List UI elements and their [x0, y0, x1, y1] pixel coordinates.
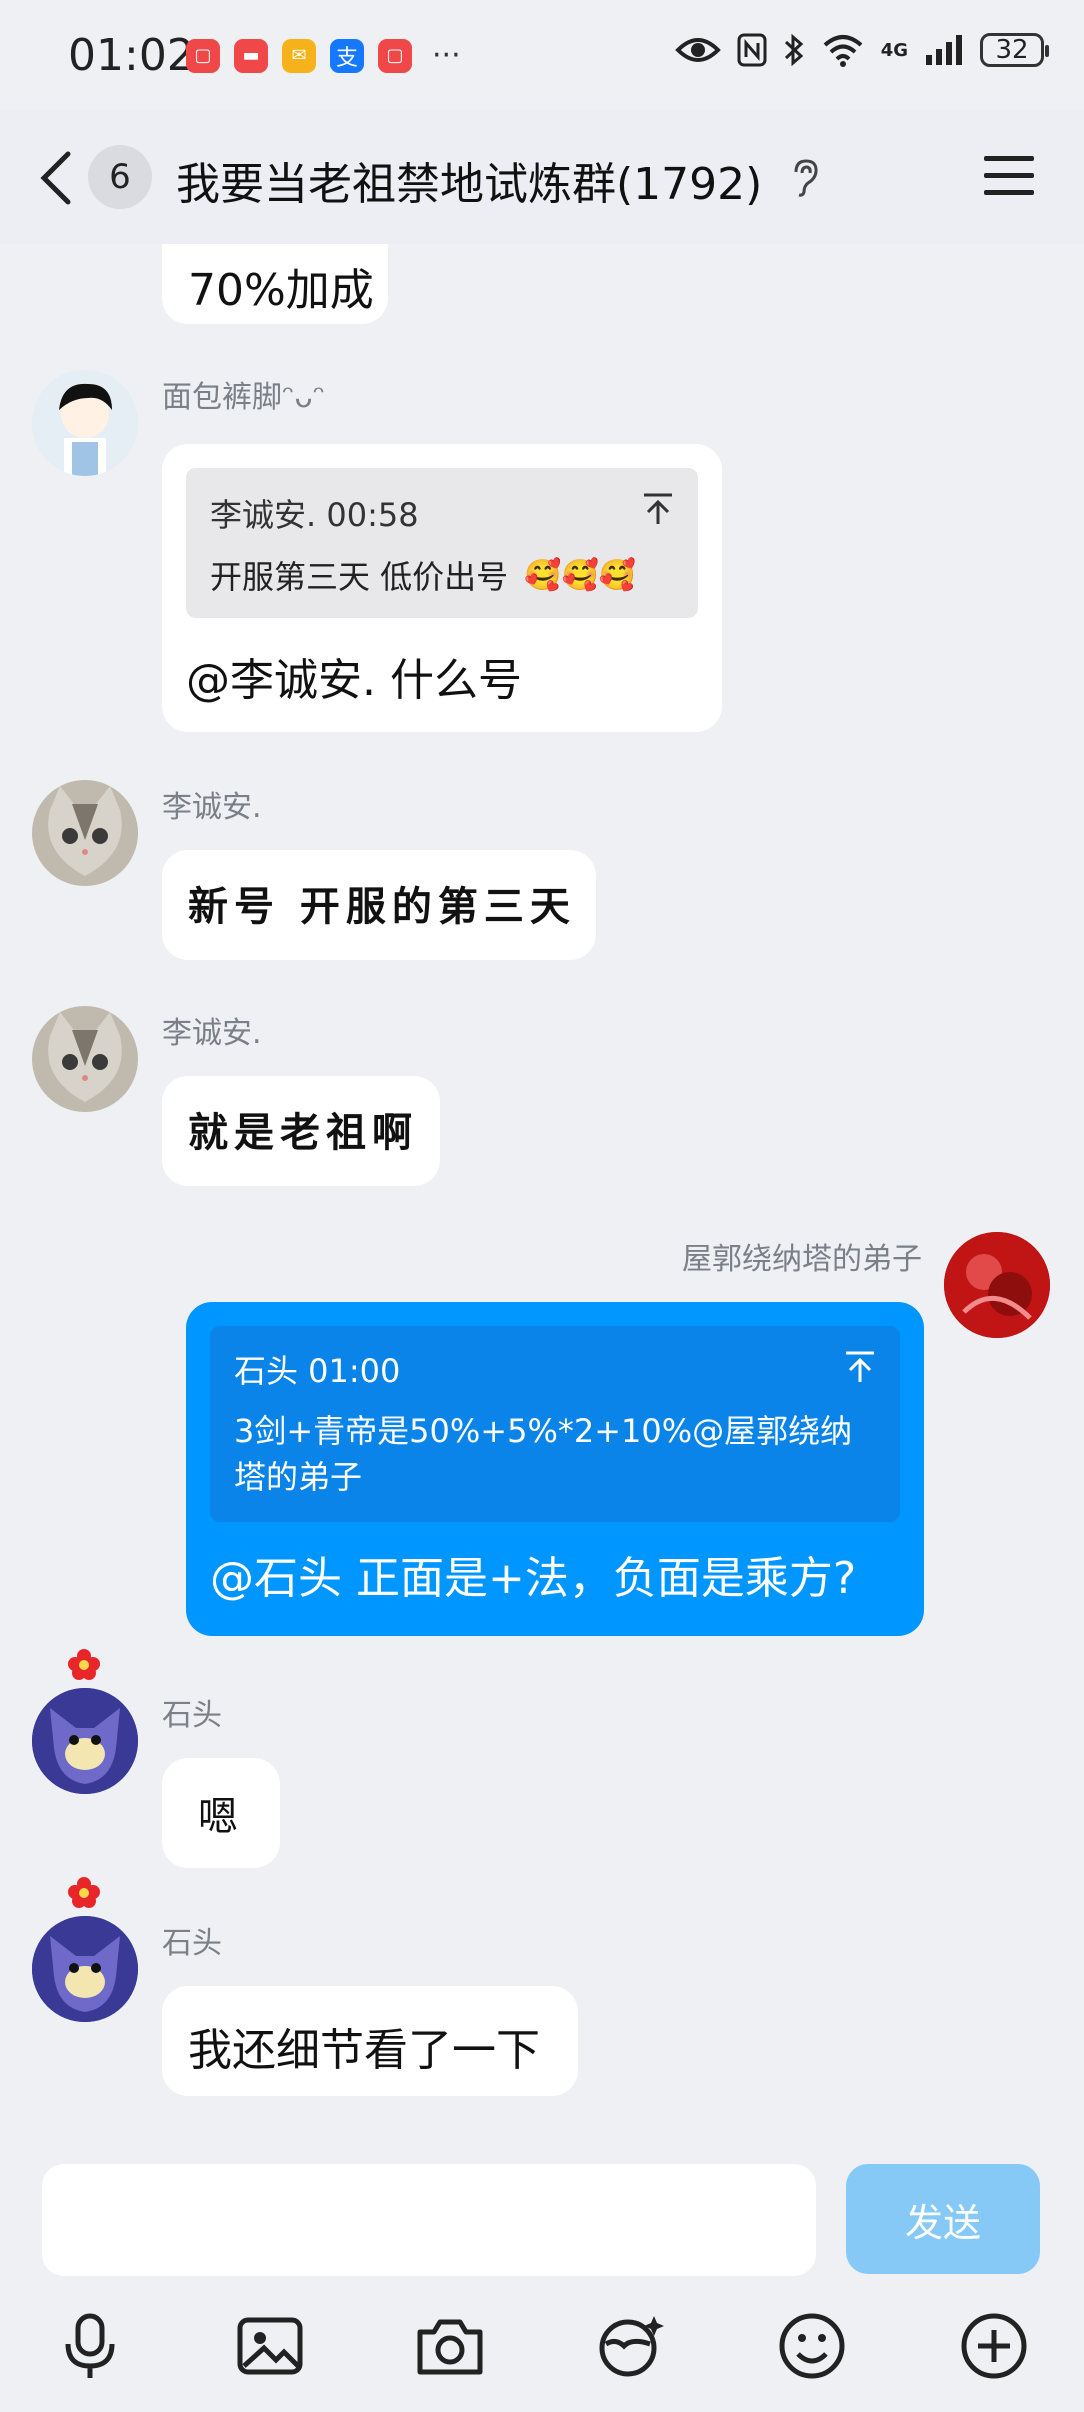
add-icon[interactable]	[958, 2310, 1030, 2382]
avatar-cartoon-cat-image	[32, 1916, 138, 2022]
message-text: 就是老祖啊	[188, 1109, 418, 1156]
huawei-appgallery-icon: ▢	[186, 38, 220, 73]
avatar[interactable]	[32, 1916, 138, 2022]
sender-name: 李诚安.	[162, 1016, 262, 1051]
quote-emoji: 🥰🥰🥰	[524, 557, 637, 593]
sender-name: 石头	[162, 1926, 222, 1961]
jump-to-top-icon[interactable]	[844, 1350, 876, 1384]
flower-badge-icon	[68, 1877, 100, 1908]
message-bubble[interactable]: 70%加成	[162, 244, 388, 324]
message-text: 嗯	[198, 1794, 238, 1840]
image-icon[interactable]	[234, 2310, 306, 2382]
avatar[interactable]	[32, 780, 138, 886]
avatar-cat-image	[32, 1006, 138, 1112]
message-input[interactable]	[42, 2164, 816, 2276]
message-bubble-self[interactable]: 石头 01:00 3剑+青帝是50%+5%*2+10%@屋郭绕纳塔的弟子 @石头…	[186, 1302, 924, 1636]
avatar[interactable]	[32, 370, 138, 476]
alipay-icon: 支	[330, 38, 364, 73]
menu-icon[interactable]	[984, 154, 1034, 196]
app-notification-icon: ▬	[234, 38, 268, 73]
quote-author: 李诚安. 00:58	[210, 496, 419, 534]
ai-sticker-icon[interactable]	[594, 2310, 666, 2382]
clock: 01:02	[68, 30, 195, 81]
avatar-cat-image	[32, 780, 138, 886]
avatar-cartoon-cat-image	[32, 1688, 138, 1794]
more-notifications-icon: ···	[432, 38, 461, 73]
camera-icon[interactable]	[414, 2310, 486, 2382]
flower-badge-icon	[68, 1649, 100, 1680]
chat-header: 6 我要当老祖禁地试炼群(1792)	[0, 110, 1084, 244]
message-text: @李诚安. 什么号	[186, 655, 522, 706]
notification-icons: ▢ ▬ ✉ 支 ▢ ···	[186, 38, 461, 73]
avatar[interactable]	[944, 1232, 1050, 1338]
nfc-icon	[737, 33, 767, 67]
wifi-icon	[823, 35, 863, 67]
unread-count-badge[interactable]: 6	[88, 145, 152, 209]
mail-icon: ✉	[282, 38, 316, 73]
eye-icon	[674, 38, 721, 62]
sender-name: 面包裤脚ᵔᴗᵔ	[162, 380, 326, 415]
battery-indicator: 32	[980, 33, 1049, 67]
sender-name: 屋郭绕纳塔的弟子	[682, 1242, 922, 1277]
composer: 发送	[0, 2144, 1084, 2276]
quote-author: 石头 01:00	[234, 1352, 401, 1390]
message-bubble[interactable]: 就是老祖啊	[162, 1076, 440, 1186]
message-text: 我还细节看了一下	[188, 2025, 540, 2076]
quote-text: 3剑+青帝是50%+5%*2+10%@屋郭绕纳塔的弟子	[234, 1412, 853, 1496]
composer-toolbar	[0, 2290, 1084, 2400]
message-bubble[interactable]: 李诚安. 00:58 开服第三天 低价出号 🥰🥰🥰 @李诚安. 什么号	[162, 444, 722, 732]
send-button[interactable]: 发送	[846, 2164, 1040, 2274]
ear-icon[interactable]	[790, 158, 820, 198]
sender-name: 李诚安.	[162, 790, 262, 825]
quoted-message[interactable]: 李诚安. 00:58 开服第三天 低价出号 🥰🥰🥰	[186, 468, 698, 618]
quoted-message[interactable]: 石头 01:00 3剑+青帝是50%+5%*2+10%@屋郭绕纳塔的弟子	[210, 1326, 900, 1522]
message-bubble[interactable]: 我还细节看了一下	[162, 1986, 578, 2096]
signal-icon	[926, 35, 962, 65]
avatar-boy-image	[32, 370, 138, 476]
message-text: @石头 正面是+法，负面是乘方?	[210, 1553, 857, 1604]
message-bubble[interactable]: 新号 开服的第三天	[162, 850, 596, 960]
avatar-red-art-image	[944, 1232, 1050, 1338]
jump-to-top-icon[interactable]	[642, 492, 674, 526]
sender-name: 石头	[162, 1698, 222, 1733]
message-list[interactable]: 70%加成 面包裤脚ᵔᴗᵔ 李诚安. 00:58 开服第三天 低价出号 🥰🥰🥰 …	[0, 244, 1084, 2144]
status-icons: 4G 32	[674, 32, 1049, 68]
message-text: 新号 开服的第三天	[188, 883, 576, 930]
page-title[interactable]: 我要当老祖禁地试炼群(1792)	[176, 148, 762, 212]
status-bar: 01:02 ▢ ▬ ✉ 支 ▢ ··· 4G 32	[0, 0, 1084, 110]
message-text: 70%加成	[188, 265, 374, 316]
back-arrow-icon[interactable]	[38, 150, 74, 206]
avatar[interactable]	[32, 1688, 138, 1794]
network-type: 4G	[880, 39, 908, 61]
microphone-icon[interactable]	[54, 2310, 126, 2382]
avatar[interactable]	[32, 1006, 138, 1112]
message-bubble[interactable]: 嗯	[162, 1758, 280, 1868]
emoji-icon[interactable]	[776, 2310, 848, 2382]
bluetooth-icon	[784, 33, 803, 67]
quote-text: 开服第三天 低价出号	[210, 558, 509, 596]
huawei-store-icon: ▢	[378, 38, 412, 73]
